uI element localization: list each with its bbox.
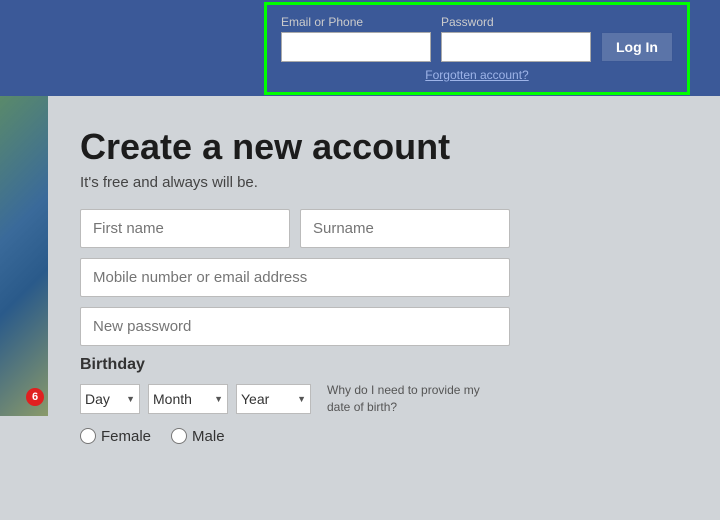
gender-row: Female Male <box>80 428 720 445</box>
login-fields: Email or Phone Password Log In <box>281 15 673 62</box>
mobile-email-input[interactable] <box>80 258 510 297</box>
male-radio[interactable] <box>171 428 187 444</box>
photo-strip: 6 n <box>0 96 48 520</box>
birthday-row: Day 12345 678910 1112131415 1617181920 2… <box>80 382 720 416</box>
month-select[interactable]: Month JanuaryFebruaryMarch AprilMayJune … <box>148 384 228 414</box>
day-select[interactable]: Day 12345 678910 1112131415 1617181920 2… <box>80 384 140 414</box>
name-row <box>80 209 720 248</box>
female-radio[interactable] <box>80 428 96 444</box>
female-option[interactable]: Female <box>80 428 151 445</box>
year-select-wrapper: Year 202420232010 2000199019801970 <box>236 384 311 414</box>
new-password-input[interactable] <box>80 307 510 346</box>
month-select-wrapper: Month JanuaryFebruaryMarch AprilMayJune … <box>148 384 228 414</box>
page-title: Create a new account <box>80 126 720 168</box>
notification-badge: 6 <box>26 388 44 406</box>
forgotten-account-link[interactable]: Forgotten account? <box>281 68 673 82</box>
profile-photo: 6 <box>0 96 48 416</box>
password-input[interactable] <box>441 32 591 62</box>
birthday-why-text: Why do I need to provide my date of birt… <box>327 382 487 416</box>
login-button[interactable]: Log In <box>601 32 673 62</box>
male-label: Male <box>192 428 225 445</box>
day-select-wrapper: Day 12345 678910 1112131415 1617181920 2… <box>80 384 140 414</box>
email-label: Email or Phone <box>281 15 431 29</box>
top-bar: Email or Phone Password Log In Forgotten… <box>0 0 720 96</box>
login-box: Email or Phone Password Log In Forgotten… <box>264 2 690 95</box>
email-input[interactable] <box>281 32 431 62</box>
year-select[interactable]: Year 202420232010 2000199019801970 <box>236 384 311 414</box>
password-label: Password <box>441 15 591 29</box>
birthday-label: Birthday <box>80 356 720 374</box>
surname-input[interactable] <box>300 209 510 248</box>
male-option[interactable]: Male <box>171 428 225 445</box>
password-row <box>80 307 720 346</box>
female-label: Female <box>101 428 151 445</box>
email-field-group: Email or Phone <box>281 15 431 62</box>
first-name-input[interactable] <box>80 209 290 248</box>
main-content: Create a new account It's free and alway… <box>80 116 720 445</box>
password-field-group: Password <box>441 15 591 62</box>
mobile-row <box>80 258 720 297</box>
page-subtitle: It's free and always will be. <box>80 174 720 191</box>
